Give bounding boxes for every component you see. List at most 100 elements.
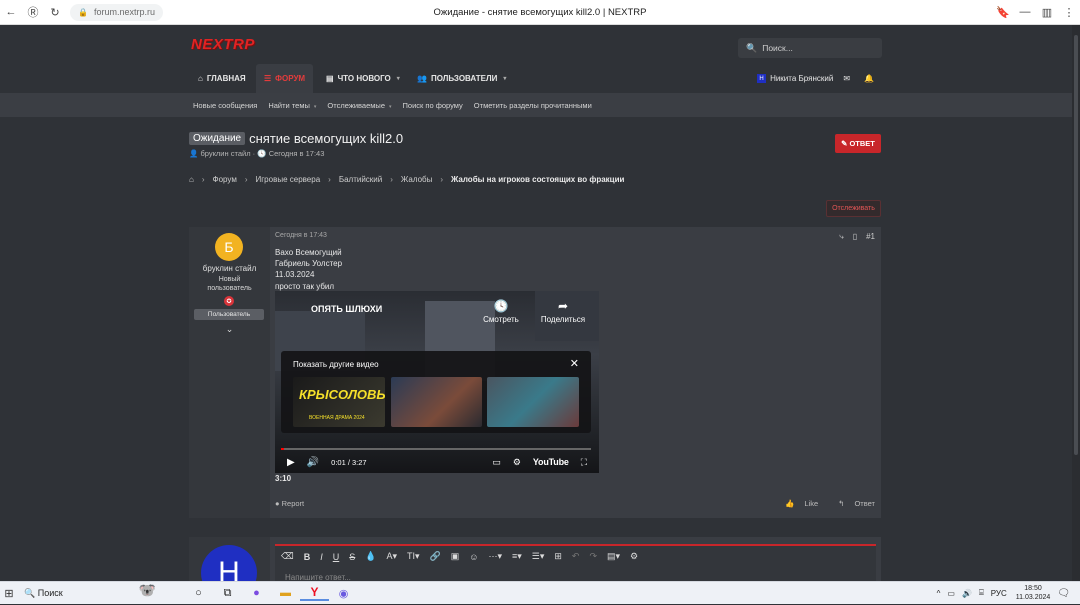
youtube-embed[interactable]: ОПЯТЬ ШЛЮХИ 🕓 Смотреть ➦ Поделиться Пока… (275, 291, 599, 473)
page-scrollbar[interactable] (1072, 25, 1080, 581)
color-icon[interactable]: 💧 (365, 551, 376, 562)
like-button[interactable]: 👍 Like (775, 499, 818, 508)
explorer-icon[interactable]: ▬ (271, 587, 300, 599)
list-icon[interactable]: ☰▾ (532, 551, 545, 562)
bold-icon[interactable]: B (304, 552, 311, 562)
strike-icon[interactable]: S (349, 552, 355, 562)
undo-icon[interactable]: ↶ (572, 551, 580, 562)
redo-icon[interactable]: ↷ (589, 551, 597, 562)
subnav-item[interactable]: Отметить разделы прочитанными (474, 101, 592, 110)
settings-icon[interactable]: ⚙ (513, 457, 521, 468)
eraser-icon[interactable]: ⌫ (281, 551, 294, 562)
menu-icon[interactable]: ⋮ (1058, 2, 1080, 22)
bell-icon[interactable]: 🔔 (864, 74, 874, 83)
video-share-button[interactable]: ➦ Поделиться (537, 299, 589, 324)
nav-tab-4[interactable]: 👥 ПОЛЬЗОВАТЕЛИ ▾ (409, 64, 514, 93)
reply-button[interactable]: ✎ ОТВЕТ (835, 134, 881, 153)
close-icon[interactable]: ✕ (570, 357, 579, 370)
user-avatar[interactable]: Н (757, 74, 767, 83)
watch-later-button[interactable]: 🕓 Смотреть (481, 299, 521, 324)
fullscreen-icon[interactable]: ⛶ (581, 457, 587, 468)
home-icon[interactable]: ⌂ (189, 175, 194, 184)
post-date[interactable]: Сегодня в 17:43 (275, 232, 327, 239)
post-reply-button[interactable]: ↰ Ответ (828, 499, 875, 508)
post-number[interactable]: #1 (866, 232, 875, 242)
avatar[interactable]: Б (215, 233, 243, 261)
subnav-item[interactable]: Новые сообщения (193, 101, 257, 110)
chevron-down-icon[interactable]: ▾ (503, 75, 506, 82)
breadcrumb-item[interactable]: Жалобы (401, 175, 432, 184)
address-bar[interactable]: 🔒 forum.nextrp.ru (70, 3, 163, 21)
thread-prefix[interactable]: Ожидание (189, 131, 246, 145)
taskbar-search[interactable]: 🔍 Поиск 🐨 (18, 582, 158, 605)
user-name-link[interactable]: Никита Брянский (770, 74, 833, 83)
chevron-down-icon[interactable]: ⌄ (189, 324, 270, 335)
breadcrumb-item[interactable]: Балтийский (339, 175, 382, 184)
back-icon[interactable]: ← (0, 2, 22, 22)
messenger-icon[interactable]: ◉ (329, 587, 358, 600)
reply-placeholder[interactable]: Напишите ответ... (285, 573, 351, 581)
video-thumbnail[interactable]: КРЫСОЛОВЫ ВОЕННАЯ ДРАМА 2024 (293, 377, 385, 427)
video-title[interactable]: ОПЯТЬ ШЛЮХИ (311, 304, 382, 314)
subnav-item[interactable]: Отслеживаемые ▾ (327, 101, 391, 110)
font-icon[interactable]: A▾ (386, 551, 397, 562)
site-logo[interactable]: NEXTRP (191, 36, 255, 53)
video-thumbnail[interactable] (487, 377, 579, 427)
bookmark-icon[interactable]: 🔖 (992, 2, 1014, 22)
breadcrumb-item[interactable]: Жалобы на игроков состоящих во фракции (451, 175, 624, 184)
chevron-down-icon[interactable]: ▾ (397, 75, 400, 82)
minimize-icon[interactable]: — (1014, 2, 1036, 22)
text-size-icon[interactable]: TI▾ (407, 551, 420, 562)
gear-icon[interactable]: ⚙ (630, 551, 638, 562)
clock[interactable]: 18:50 11.03.2024 (1016, 584, 1051, 602)
tray-chevron-icon[interactable]: ^ (937, 589, 941, 598)
nav-tab-1[interactable]: ⌂ ГЛАВНАЯ (190, 64, 254, 93)
subtitles-icon[interactable]: ▭ (492, 457, 501, 468)
scrollbar-thumb[interactable] (1074, 35, 1078, 455)
alice-icon[interactable]: ● (242, 587, 271, 599)
smile-icon[interactable]: ☺ (469, 552, 478, 562)
youtube-logo[interactable]: YouTube (533, 457, 569, 467)
mail-icon[interactable]: ✉ (843, 74, 850, 83)
italic-icon[interactable]: I (320, 552, 323, 562)
link-icon[interactable]: 🔗 (430, 551, 441, 562)
table-icon[interactable]: ⊞ (554, 551, 562, 562)
windows-start-icon[interactable]: ⊞ (0, 582, 18, 605)
search-input[interactable]: 🔍 Поиск... (738, 38, 882, 58)
video-progress-bar[interactable] (281, 448, 591, 450)
cortana-icon[interactable]: ○ (184, 587, 213, 599)
network-icon[interactable]: ⌸ (979, 588, 984, 598)
play-icon[interactable]: ▶ (287, 457, 295, 468)
yandex-browser-icon[interactable]: Y (300, 585, 329, 601)
bookmark-post-icon[interactable]: ▯ (853, 232, 857, 242)
image-icon[interactable]: ▣ (451, 551, 460, 562)
volume-icon[interactable]: 🔊 (307, 457, 319, 468)
nav-tab-2[interactable]: ☰ ФОРУМ (256, 64, 314, 93)
reload-icon[interactable]: ↻ (44, 2, 66, 22)
subnav-item[interactable]: Найти темы ▾ (268, 101, 316, 110)
battery-icon[interactable]: ▭ (947, 589, 955, 598)
align-icon[interactable]: ≡▾ (512, 551, 522, 562)
nav-tab-3[interactable]: ▤ ЧТО НОВОГО ▾ (318, 64, 408, 93)
breadcrumb-item[interactable]: Игровые сервера (256, 175, 321, 184)
share-icon[interactable]: ⤷ (839, 232, 843, 242)
volume-icon[interactable]: 🔊 (962, 589, 972, 598)
post-username[interactable]: бруклин стайл (189, 264, 270, 273)
video-thumbnail[interactable] (391, 377, 482, 427)
subnav-item[interactable]: Поиск по форуму (403, 101, 463, 110)
notifications-icon[interactable]: 🗨 (1057, 588, 1070, 599)
report-link[interactable]: ● Report (275, 499, 304, 508)
keyboard-lang[interactable]: РУС (991, 589, 1007, 598)
avatar[interactable]: Н (201, 545, 257, 581)
drafts-icon[interactable]: ▤▾ (607, 551, 620, 562)
breadcrumb-item[interactable]: Форум (213, 175, 237, 184)
thread-author[interactable]: бруклин стайл (200, 149, 250, 158)
watch-button[interactable]: Отслеживать (826, 200, 881, 217)
underline-icon[interactable]: U (333, 552, 340, 562)
task-view-icon[interactable]: ⧉ (213, 587, 242, 600)
more-icon[interactable]: ⋯▾ (488, 551, 502, 562)
side-panel-icon[interactable]: ▥ (1036, 2, 1058, 22)
reply-editor[interactable]: ⌫ B I U S 💧 A▾ TI▾ 🔗 ▣ ☺ ⋯▾ ≡▾ ☰▾ ⊞ ↶ ↷ … (275, 544, 876, 581)
thread-date[interactable]: Сегодня в 17:43 (269, 149, 325, 158)
extension-icon[interactable]: Ⓡ (22, 2, 44, 22)
